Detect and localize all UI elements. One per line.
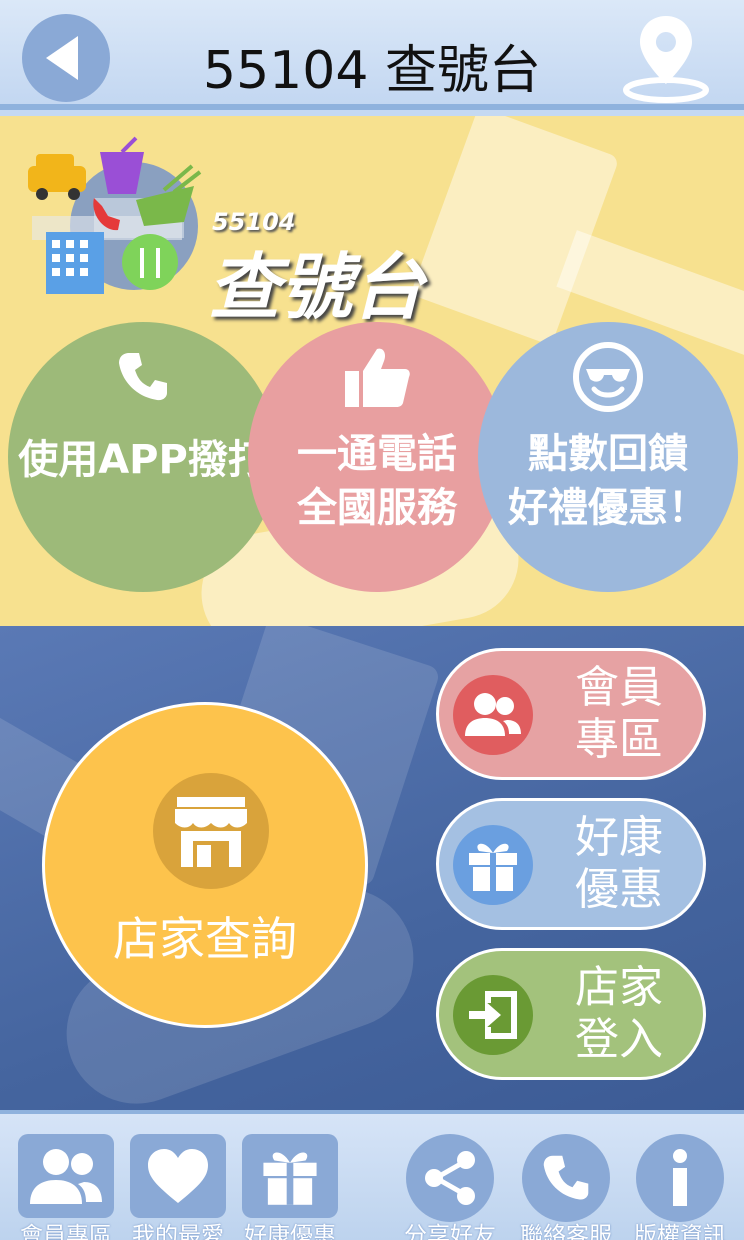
app-dial-circle[interactable]: 使用APP撥打 [8, 322, 278, 592]
heart-icon [148, 1149, 208, 1203]
member-area-button[interactable]: 會員 專區 [436, 648, 706, 780]
phone-icon [543, 1155, 589, 1200]
location-pin-icon [623, 16, 709, 103]
bottom-nav: 會員專區 我的最愛 好康優惠 分享好友 聯絡客服 版權資訊 [0, 1110, 744, 1240]
store-icon [175, 797, 247, 867]
location-button[interactable] [618, 10, 714, 106]
nav-favorites[interactable]: 我的最愛 [126, 1130, 230, 1240]
login-icon-wrap [453, 975, 533, 1055]
circle-label: 使用APP撥打 [18, 437, 268, 483]
app-logo: 55104 查號台 [24, 136, 424, 329]
deals-button[interactable]: 好康 優惠 [436, 798, 706, 930]
circle-label-line1: 點數回饋 [528, 431, 688, 477]
logo-graphic-icon [28, 136, 202, 294]
store-login-label-line1: 店家 [575, 962, 663, 1013]
points-rewards-circle[interactable]: 點數回饋 好禮優惠！ [478, 322, 738, 592]
phone-icon [119, 353, 167, 401]
nav-deals[interactable]: 好康優惠 [238, 1130, 342, 1240]
banner-decoration [410, 116, 620, 346]
nav-members[interactable]: 會員專區 [14, 1130, 118, 1240]
main-menu-area: 店家查詢 會員 專區 好康 優惠 店家 登入 [0, 626, 744, 1110]
nav-label: 會員專區 [20, 1223, 112, 1240]
store-login-label-line2: 登入 [575, 1014, 663, 1065]
store-icon-wrap [153, 773, 269, 889]
gift-icon-wrap [453, 825, 533, 905]
share-icon-wrap [406, 1134, 494, 1222]
members-icon-wrap [18, 1134, 114, 1218]
deals-label-line1: 好康 [575, 812, 663, 863]
info-icon-wrap [636, 1134, 724, 1222]
nav-label: 聯絡客服 [520, 1223, 612, 1240]
member-label-line2: 專區 [575, 714, 663, 765]
nav-info[interactable]: 版權資訊 [628, 1130, 732, 1240]
circle-label-line2: 好禮優惠！ [508, 485, 708, 531]
nav-label: 版權資訊 [634, 1223, 726, 1240]
member-label-line1: 會員 [575, 662, 663, 713]
thumbs-up-icon [345, 348, 410, 407]
nationwide-circle[interactable]: 一通電話 全國服務 [248, 322, 506, 592]
gift-icon [469, 843, 517, 891]
share-icon [425, 1151, 475, 1205]
logo-text: 查號台 [208, 245, 425, 329]
login-icon [469, 991, 517, 1039]
circle-label-line2: 全國服務 [297, 485, 457, 531]
nav-contact[interactable]: 聯絡客服 [514, 1130, 618, 1240]
info-icon [673, 1149, 687, 1206]
nav-share[interactable]: 分享好友 [398, 1130, 502, 1240]
smiley-sunglasses-icon [573, 342, 643, 412]
members-icon [30, 1149, 102, 1204]
store-search-label: 店家查詢 [113, 912, 297, 966]
nav-label: 分享好友 [404, 1223, 496, 1240]
gift-icon [263, 1152, 317, 1205]
store-login-button[interactable]: 店家 登入 [436, 948, 706, 1080]
members-icon-wrap [453, 675, 533, 755]
phone-icon-wrap [522, 1134, 610, 1222]
top-bar: 55104 查號台 [0, 0, 744, 110]
heart-icon-wrap [130, 1134, 226, 1218]
deals-label-line2: 優惠 [575, 864, 663, 915]
nav-label: 好康優惠 [244, 1223, 336, 1240]
gift-icon-wrap [242, 1134, 338, 1218]
nav-label: 我的最愛 [132, 1223, 224, 1240]
circle-label-line1: 一通電話 [297, 431, 457, 477]
promo-banner: 55104 查號台 使用APP撥打 一通電話 全國服務 點數回饋 好禮優惠！ [0, 116, 744, 626]
members-icon [465, 693, 521, 736]
store-search-button[interactable]: 店家查詢 [42, 702, 368, 1028]
